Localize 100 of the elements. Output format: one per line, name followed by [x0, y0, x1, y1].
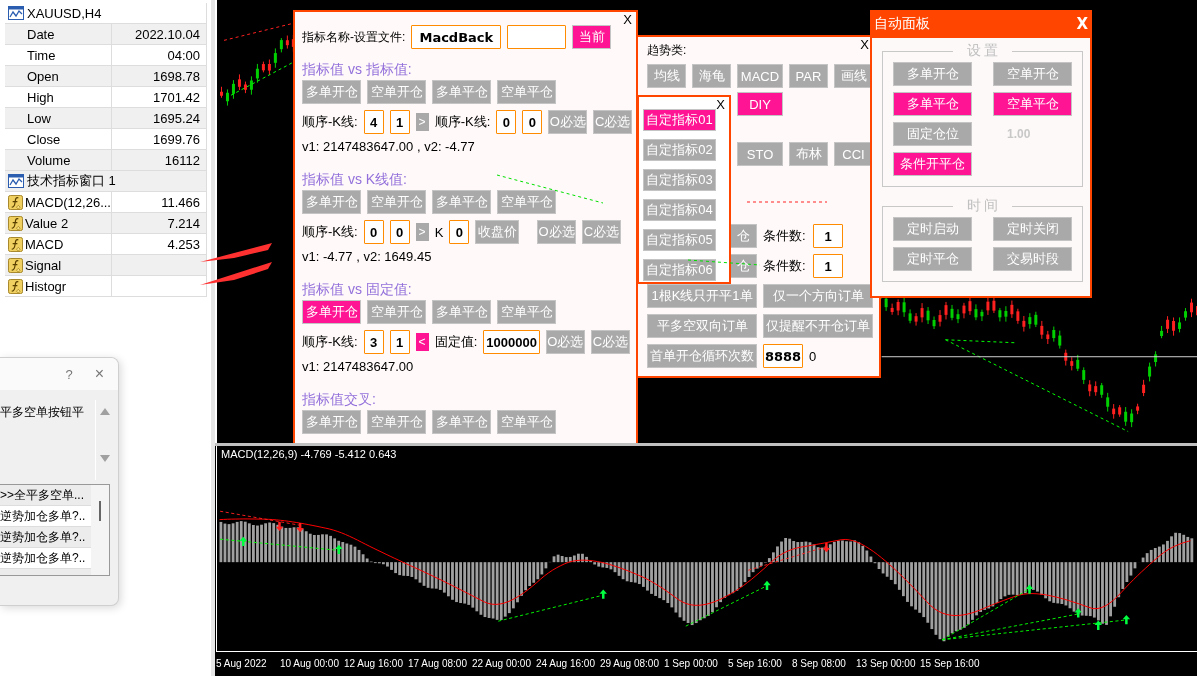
section-heading: 指标值交叉: [302, 390, 377, 409]
auto-action-button[interactable]: 定时平仓 [893, 247, 972, 271]
custom-indicator-button[interactable]: 自定指标06 [643, 259, 716, 281]
action-button[interactable]: 空单开仓 [367, 300, 426, 324]
auto-action-button[interactable]: 空单开仓 [993, 62, 1072, 86]
order-mode-button[interactable]: 1根K线只开平1单 [647, 284, 757, 308]
loop-count-field[interactable]: 8888 [763, 344, 803, 368]
number-field[interactable]: 0 [522, 110, 543, 134]
indicator-type-button[interactable]: DIY [737, 92, 783, 116]
list-item[interactable]: >>全平多空单... [0, 485, 91, 506]
indicator-type-button[interactable]: STO [737, 142, 783, 166]
number-field[interactable]: 4 [363, 110, 384, 134]
comparator-button[interactable]: > [415, 223, 429, 241]
number-field[interactable]: 0 [449, 220, 470, 244]
comparator-button[interactable]: > [415, 113, 429, 131]
current-button[interactable]: 当前 [572, 25, 612, 49]
action-button[interactable]: 多单开仓 [302, 190, 361, 214]
help-button[interactable]: ? [65, 366, 73, 382]
number-field[interactable]: 1 [389, 330, 410, 354]
number-field[interactable]: 1 [389, 110, 410, 134]
data-label: Time [5, 45, 112, 65]
auto-action-button[interactable]: 定时关闭 [993, 217, 1072, 241]
option-button[interactable]: C必选 [582, 220, 621, 244]
group-legend: 时 间 [952, 197, 1013, 215]
action-button[interactable]: 空单平仓 [497, 300, 556, 324]
close-button[interactable]: X [1076, 15, 1088, 33]
auto-action-button[interactable]: 固定仓位 [893, 122, 972, 146]
action-button[interactable]: 空单开仓 [367, 190, 426, 214]
settings-file-field[interactable] [507, 25, 567, 49]
condition-count-field[interactable]: 1 [813, 224, 843, 248]
data-value: 2022.10.04 [133, 26, 201, 42]
indicator-type-button[interactable]: MACD [737, 64, 783, 88]
scroll-up-icon[interactable] [99, 408, 110, 415]
option-button[interactable]: O必选 [545, 330, 585, 354]
time-axis-label: 12 Aug 16:00 [344, 658, 404, 669]
condition-count-label: 条件数: [763, 257, 807, 275]
custom-indicator-button[interactable]: 自定指标05 [643, 229, 716, 251]
data-value: 4.253 [166, 236, 201, 252]
data-value: 1701.42 [152, 89, 201, 105]
number-field[interactable]: 0 [363, 220, 384, 244]
option-button[interactable]: O必选 [548, 110, 588, 134]
action-button[interactable]: 多单平仓 [432, 190, 491, 214]
field-label: 顺序-K线: [302, 113, 358, 131]
indicator-name-field[interactable]: MacdBack [411, 25, 502, 49]
action-button[interactable]: 多单开仓 [302, 80, 361, 104]
action-button[interactable]: 多单平仓 [432, 80, 491, 104]
function-icon [8, 236, 23, 252]
option-button[interactable]: O必选 [537, 220, 576, 244]
action-button[interactable]: 多单开仓 [302, 410, 361, 434]
value-readout: v1: 2147483647.00 [302, 358, 415, 376]
condition-count-field[interactable]: 1 [813, 254, 843, 278]
up-arrow-icon [335, 544, 343, 555]
indicator-type-button[interactable]: 海龟 [692, 64, 731, 88]
order-mode-button[interactable]: 仅提醒不开仓订单 [763, 314, 873, 338]
number-field[interactable]: 3 [363, 330, 384, 354]
loop-count-button[interactable]: 首单开仓循环次数 [647, 344, 757, 368]
action-button[interactable]: 多单开仓 [302, 300, 361, 324]
action-button[interactable]: 空单平仓 [497, 190, 556, 214]
price-type-button[interactable]: 收盘价 [475, 220, 520, 244]
symbol-title: XAUUSD,H4 [27, 5, 102, 21]
custom-indicator-button[interactable]: 自定指标04 [643, 199, 716, 221]
action-button[interactable]: 多单平仓 [432, 410, 491, 434]
auto-action-button[interactable]: 条件开平仓 [893, 152, 972, 176]
number-field[interactable]: 1000000 [483, 330, 540, 354]
action-button[interactable]: 空单平仓 [497, 80, 556, 104]
action-button[interactable]: 空单平仓 [497, 410, 556, 434]
close-button[interactable]: × [94, 365, 104, 383]
auto-action-button[interactable]: 多单平仓 [893, 92, 972, 116]
action-button[interactable]: 空单开仓 [367, 410, 426, 434]
auto-action-button[interactable]: 多单开仓 [893, 62, 972, 86]
auto-action-button[interactable]: 交易时段 [993, 247, 1072, 271]
action-button[interactable]: 多单平仓 [432, 300, 491, 324]
indicator-type-button[interactable]: CCI [834, 142, 873, 166]
close-button[interactable]: X [860, 37, 869, 52]
up-arrow-icon [763, 580, 771, 591]
custom-indicator-button[interactable]: 自定指标02 [643, 139, 716, 161]
option-button[interactable]: C必选 [590, 330, 630, 354]
auto-action-button[interactable]: 空单平仓 [993, 92, 1072, 116]
data-value: 1695.24 [152, 110, 201, 126]
number-field[interactable]: 0 [496, 110, 517, 134]
indicator-type-button[interactable]: 布林 [789, 142, 828, 166]
up-arrow-icon [1094, 620, 1102, 630]
indicator-type-button[interactable]: 均线 [647, 64, 686, 88]
number-field[interactable]: 0 [389, 220, 410, 244]
data-label: Open [5, 66, 112, 86]
order-mode-button[interactable]: 平多空双向订单 [647, 314, 757, 338]
scroll-down-icon[interactable] [99, 455, 110, 462]
name-label: 指标名称-设置文件: [302, 28, 406, 46]
auto-action-button[interactable]: 定时启动 [893, 217, 972, 241]
list-item[interactable]: 逆势加仓多单?.. [0, 527, 91, 548]
custom-indicator-button[interactable]: 自定指标01 [643, 109, 716, 131]
custom-indicator-button[interactable]: 自定指标03 [643, 169, 716, 191]
indicator-type-button[interactable]: PAR [789, 64, 828, 88]
option-button[interactable]: C必选 [593, 110, 633, 134]
comparator-button[interactable]: < [415, 333, 429, 351]
close-button[interactable]: X [623, 12, 632, 27]
close-button[interactable]: X [716, 97, 725, 112]
indicator-type-button[interactable]: 画线 [834, 64, 873, 88]
scrollbar[interactable] [91, 485, 109, 575]
action-button[interactable]: 空单开仓 [367, 80, 426, 104]
